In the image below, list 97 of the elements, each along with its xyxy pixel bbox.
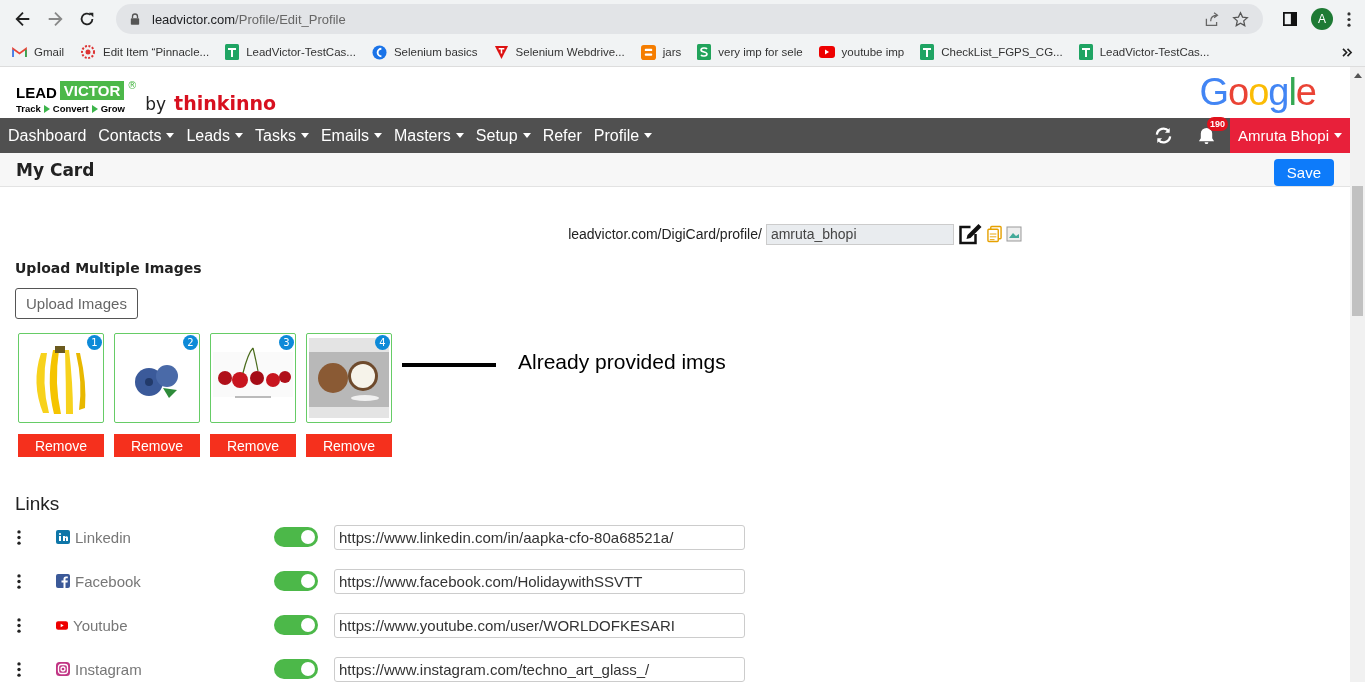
nav-menu-item[interactable]: Tasks: [255, 126, 315, 145]
play-icon: [56, 620, 68, 630]
number-badge: 2: [183, 335, 198, 350]
tagline-text: Grow: [100, 103, 125, 114]
section-heading: Links: [15, 493, 61, 515]
logo-text: VICTOR: [59, 81, 125, 100]
star-icon[interactable]: [1232, 10, 1249, 28]
number-badge: 4: [375, 335, 390, 350]
scroll-thumb[interactable]: [1352, 186, 1363, 316]
tagline-text: Convert: [52, 103, 89, 114]
bookmark-item[interactable]: Gmail: [12, 46, 65, 58]
annotation-text: Already provided imgs: [518, 350, 726, 374]
envelope-icon: [12, 46, 27, 58]
url-field[interactable]: https://www.linkedin.com/in/aapka-cfo-80a68521a/: [334, 524, 745, 550]
remove-button[interactable]: Remove: [306, 434, 392, 457]
slug-field[interactable]: amruta_bhopi: [765, 223, 954, 245]
instagram-icon: [56, 662, 70, 676]
logo-text: LEAD: [16, 83, 57, 101]
sheet-icon: [1078, 44, 1093, 60]
broken-image-icon: [1005, 226, 1022, 242]
registered-mark: ®: [127, 81, 138, 91]
url-field[interactable]: https://www.facebook.com/HolidaywithSSVTT: [334, 568, 745, 594]
nav-menu-item[interactable]: Dashboard: [8, 126, 93, 145]
bookmark-item[interactable]: CheckList_FGPS_CG...: [920, 44, 1063, 60]
toggle-switch[interactable]: [274, 659, 318, 679]
link-name: Linkedin: [75, 528, 131, 546]
toggle-switch[interactable]: [274, 571, 318, 591]
bookmark-item[interactable]: Edit Item “Pinnacle...: [80, 44, 210, 60]
drag-handle-icon[interactable]: [17, 661, 21, 677]
scrollbar[interactable]: [1350, 67, 1365, 682]
menu-icon[interactable]: [1347, 11, 1351, 27]
url-text: leadvictor.com/Profile/Edit_Profile: [152, 11, 346, 27]
number-badge: 3: [279, 335, 294, 350]
bookmark-item[interactable]: Selenium Webdrive...: [493, 44, 625, 60]
nav-menu-item[interactable]: Profile: [593, 126, 659, 145]
nav-menu-item[interactable]: Emails: [320, 126, 388, 145]
link-name: Youtube: [73, 616, 128, 634]
drag-handle-icon[interactable]: [17, 529, 21, 545]
notification-badge: 190: [1207, 117, 1229, 131]
toggle-switch[interactable]: [274, 615, 318, 635]
number-badge: 1: [87, 335, 102, 350]
lock-icon: [130, 13, 140, 25]
bookmark-item[interactable]: youtube imp: [818, 46, 905, 58]
bookmark-item[interactable]: jars: [640, 44, 682, 60]
nav-menu-item[interactable]: Leads: [186, 126, 249, 145]
drag-handle-icon[interactable]: [17, 573, 21, 589]
sheet-icon: [225, 44, 240, 60]
url-field[interactable]: https://www.youtube.com/user/WORLDOFKESARI: [334, 612, 745, 638]
linkedin-icon: [56, 530, 70, 544]
reload-icon[interactable]: [78, 10, 96, 28]
play-icon: [43, 104, 50, 113]
toggle-switch[interactable]: [274, 527, 318, 547]
nav-menu-item[interactable]: Setup: [475, 126, 537, 145]
page-title: My Card: [16, 159, 96, 180]
bookmark-item[interactable]: Selenium basics: [371, 44, 478, 60]
section-heading: Upload Multiple Images: [15, 260, 203, 276]
remove-button[interactable]: Remove: [114, 434, 200, 457]
facebook-icon: [56, 574, 70, 588]
profile-avatar[interactable]: A: [1311, 8, 1333, 30]
link-name: Instagram: [75, 660, 142, 678]
play-icon: [91, 104, 98, 113]
nav-menu-item[interactable]: Masters: [393, 126, 470, 145]
drag-handle-icon[interactable]: [17, 617, 21, 633]
upload-images-button[interactable]: Upload Images: [15, 288, 138, 319]
scroll-up-icon[interactable]: [1353, 73, 1362, 78]
sheet-icon: [920, 44, 935, 60]
tagline-text: Track: [16, 103, 41, 114]
company-logo: thinkinno: [174, 92, 276, 114]
bell-icon[interactable]: [1197, 126, 1217, 145]
document-icon: [697, 44, 712, 60]
user-menu-button[interactable]: Amruta Bhopi: [1230, 118, 1350, 153]
share-icon[interactable]: [1203, 10, 1220, 28]
nav-menu-item[interactable]: Contacts: [98, 126, 181, 145]
nav-menu-item[interactable]: Refer: [542, 126, 588, 145]
save-button[interactable]: Save: [1273, 159, 1334, 186]
by-text: by: [145, 94, 167, 114]
remove-button[interactable]: Remove: [210, 434, 296, 457]
url-prefix: leadvictor.com/DigiCard/profile/: [568, 226, 762, 242]
bookmark-item[interactable]: very imp for sele: [697, 44, 803, 60]
remove-button[interactable]: Remove: [18, 434, 104, 457]
google-logo: Google: [1199, 70, 1316, 114]
bookmark-item[interactable]: LeadVictor-TestCas...: [225, 44, 356, 60]
triangle-icon: [493, 44, 509, 60]
gear-icon: [80, 44, 97, 60]
forward-icon[interactable]: [46, 10, 64, 28]
refresh-icon[interactable]: [1154, 126, 1174, 145]
link-name: Facebook: [75, 572, 141, 590]
address-bar[interactable]: leadvictor.com/Profile/Edit_Profile: [116, 4, 1263, 34]
chevrons-icon[interactable]: [1342, 47, 1353, 57]
side-panel-icon[interactable]: [1283, 12, 1297, 26]
bookmark-item[interactable]: LeadVictor-TestCas...: [1078, 44, 1210, 60]
back-icon[interactable]: [14, 10, 32, 28]
blogger-icon: [640, 44, 656, 60]
url-field[interactable]: https://www.instagram.com/techno_art_glass_/: [334, 656, 745, 682]
play-icon: [818, 46, 835, 58]
circle-icon: [371, 44, 387, 60]
edit-icon[interactable]: [957, 223, 983, 245]
